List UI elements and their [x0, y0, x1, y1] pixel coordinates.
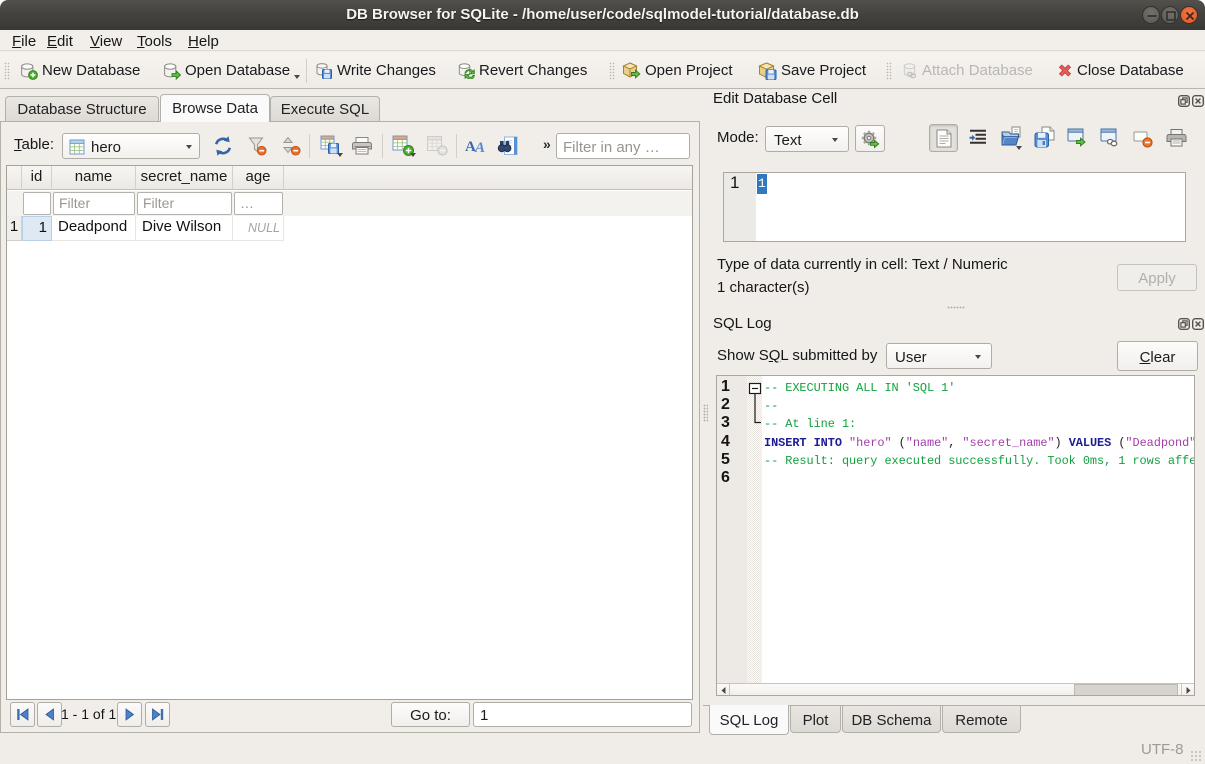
svg-text:A: A: [474, 140, 485, 155]
